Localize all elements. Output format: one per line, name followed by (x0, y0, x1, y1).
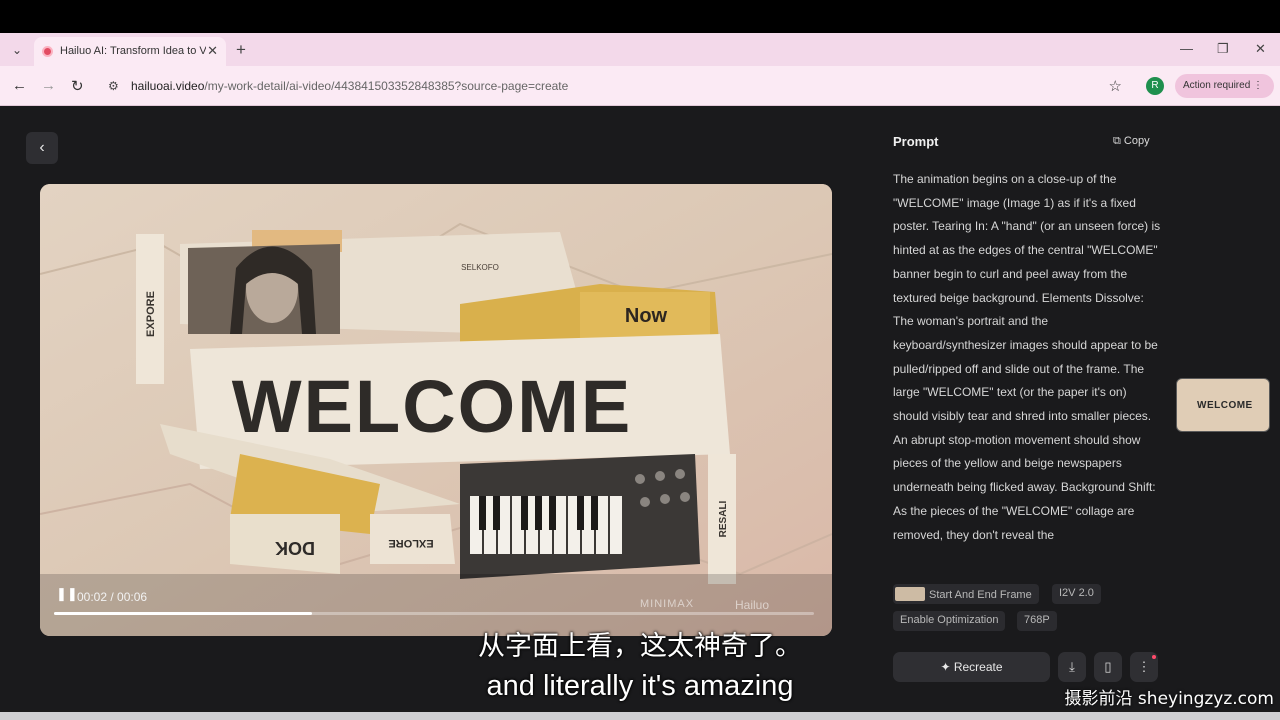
poster-exlore-label: EXLORE (388, 537, 433, 549)
url-text: hailuoai.video/my-work-detail/ai-video/4… (131, 79, 568, 93)
plus-icon[interactable]: + (236, 40, 246, 60)
browser-toolbar: ← → ↻ ⚙ hailuoai.video/my-work-detail/ai… (0, 66, 1280, 106)
chip-label: Start And End Frame (929, 589, 1032, 601)
poster-now-text: Now (625, 305, 668, 327)
address-bar[interactable]: ⚙ hailuoai.video/my-work-detail/ai-video… (100, 72, 1136, 100)
more-vertical-icon: ⋮ (1253, 80, 1264, 91)
action-required-label: Action required (1183, 80, 1251, 91)
screen: ⌄ Hailuo AI: Transform Idea to Vi ✕ + — … (0, 0, 1280, 720)
prompt-text: The animation begins on a close-up of th… (893, 172, 1161, 542)
hailuo-watermark: Hailuo (735, 598, 770, 612)
arrow-right-icon[interactable]: → (41, 77, 56, 94)
work-detail-page: ‹ EXPORE SELKOFO Now WELCOME DOK EXLORE … (0, 106, 1280, 712)
poster-welcome-text: WELCOME (232, 365, 632, 448)
action-required-button[interactable]: Action required ⋮ (1175, 74, 1274, 98)
chevron-down-icon: ⌄ (11, 43, 23, 57)
url-path: /my-work-detail/ai-video/443841503352848… (204, 79, 569, 93)
subtitle-chinese: 从字面上看，这太神奇了。 (478, 631, 802, 662)
url-host: hailuoai.video (131, 79, 205, 93)
site-watermark: 摄影前沿 sheyingzyz.com (1064, 689, 1274, 709)
reload-icon[interactable]: ↻ (71, 77, 84, 95)
star-icon[interactable]: ☆ (1109, 77, 1122, 95)
back-button[interactable]: ‹ (26, 132, 58, 164)
minimize-icon[interactable]: — (1180, 41, 1193, 56)
close-icon[interactable]: ✕ (207, 43, 218, 59)
copy-button[interactable]: ⧉ Copy (1113, 135, 1150, 148)
thumbnail-text: WELCOME (1197, 400, 1253, 411)
window-close-icon[interactable]: ✕ (1255, 41, 1266, 57)
pause-icon[interactable]: ❚❚ (56, 586, 78, 602)
restore-icon[interactable]: ❐ (1217, 41, 1229, 57)
chevron-left-icon: ‹ (39, 139, 45, 156)
frame-thumbnail (895, 587, 925, 601)
copy-label: Copy (1123, 135, 1150, 147)
avatar[interactable]: R (1146, 77, 1164, 95)
arrow-left-icon[interactable]: ← (12, 77, 27, 94)
taskbar-strip (0, 712, 1280, 720)
tab-title: Hailuo AI: Transform Idea to Vi (60, 45, 206, 57)
tune-icon[interactable]: ⚙ (108, 79, 119, 93)
video-progress-bar[interactable] (54, 612, 814, 615)
hailuo-favicon-icon (42, 46, 53, 57)
video-progress-fill (54, 612, 313, 615)
model-chip: I2V 2.0 (1052, 584, 1101, 604)
browser-tab-strip: ⌄ Hailuo AI: Transform Idea to Vi ✕ + — … (0, 33, 1280, 66)
mode-chip: Start And End Frame (893, 584, 1039, 604)
prompt-heading: Prompt (893, 134, 939, 149)
video-player[interactable]: EXPORE SELKOFO Now WELCOME DOK EXLORE RE… (40, 184, 832, 636)
copy-icon: ⧉ (1113, 135, 1121, 147)
tab-list-button[interactable]: ⌄ (8, 41, 26, 59)
minimax-watermark: MINIMAX (640, 598, 695, 610)
poster-expore-label: EXPORE (145, 291, 157, 337)
browser-tab-active[interactable]: Hailuo AI: Transform Idea to Vi ✕ (34, 37, 226, 66)
poster-top-stamp: SELKOFO (461, 263, 499, 272)
video-frame: EXPORE SELKOFO Now WELCOME DOK EXLORE RE… (40, 184, 832, 636)
poster-resali-label: RESALI (718, 500, 729, 537)
video-thumbnail[interactable]: WELCOME (1176, 378, 1270, 432)
video-timecode: 00:02 / 00:06 (77, 590, 148, 604)
svg-text:DOK: DOK (275, 538, 315, 558)
